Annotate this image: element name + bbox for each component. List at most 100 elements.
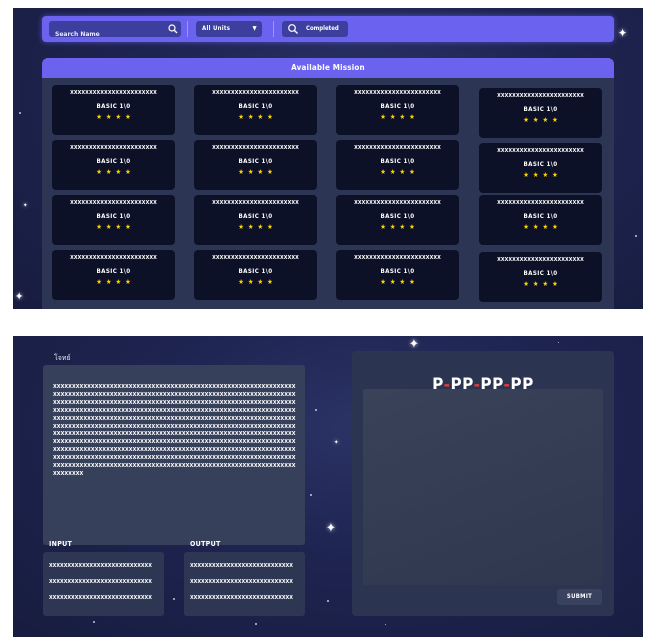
problem-panel: XXXXXXXXXXXXXXXXXXXXXXXXXXXXXXXXXXXXXXXX… [43,365,305,545]
divider [187,21,188,37]
mission-level: BASIC 1\0 [380,213,415,220]
mission-level: BASIC 1\0 [523,106,558,113]
sparkle-icon: ✦ [23,202,28,209]
mission-title: XXXXXXXXXXXXXXXXXXXXXXX [212,200,299,206]
mission-level: BASIC 1\0 [96,158,131,165]
caret-down-icon: ▼ [252,25,257,32]
star-rating-icon: ★★★★ [96,278,135,286]
mission-card[interactable]: XXXXXXXXXXXXXXXXXXXXXXX BASIC 1\0 ★★★★ [52,250,175,300]
sparkle-icon: ✦ [409,337,419,352]
mission-title: XXXXXXXXXXXXXXXXXXXXXXX [70,200,157,206]
mission-editor-screen: ✦ ✦ ✦ ✦ โจทย์ XXXXXXXXXXXXXXXXXXXXXXXXXX… [13,336,643,637]
mission-level: BASIC 1\0 [380,103,415,110]
mission-card[interactable]: XXXXXXXXXXXXXXXXXXXXXXX BASIC 1\0 ★★★★ [194,250,317,300]
unit-select[interactable]: All Units ▼ [196,21,262,37]
star-dot [255,623,257,625]
available-mission-panel: Available Mission XXXXXXXXXXXXXXXXXXXXXX… [42,58,614,309]
star-rating-icon: ★★★★ [380,223,419,231]
mission-level: BASIC 1\0 [523,270,558,277]
mission-level: BASIC 1\0 [96,103,131,110]
search-input[interactable] [49,26,165,43]
submit-button[interactable]: SUBMIT [557,589,602,605]
mission-title: XXXXXXXXXXXXXXXXXXXXXXX [497,93,584,99]
mission-level: BASIC 1\0 [380,158,415,165]
mission-list-screen: ✦ ✦ ✦ All Units ▼ Comple [13,8,643,309]
sparkle-icon: ✦ [334,439,339,446]
mission-card[interactable]: XXXXXXXXXXXXXXXXXXXXXXX BASIC 1\0 ★★★★ [336,140,459,190]
problem-label: โจทย์ [54,354,71,362]
answer-textarea[interactable] [363,389,603,585]
sparkle-icon: ✦ [618,26,628,40]
mission-level: BASIC 1\0 [238,103,273,110]
star-dot [558,342,559,343]
input-line: XXXXXXXXXXXXXXXXXXXXXXXXXXXX [49,595,152,601]
sparkle-icon: ✦ [15,290,24,303]
mission-title: XXXXXXXXXXXXXXXXXXXXXXX [354,90,441,96]
status-filter[interactable]: Completed [282,21,348,37]
mission-card[interactable]: XXXXXXXXXXXXXXXXXXXXXXX BASIC 1\0 ★★★★ [194,195,317,245]
mission-card[interactable]: XXXXXXXXXXXXXXXXXXXXXXX BASIC 1\0 ★★★★ [52,195,175,245]
star-dot [385,624,386,625]
mission-title: XXXXXXXXXXXXXXXXXXXXXXX [212,145,299,151]
input-label: INPUT [49,540,73,548]
mission-title: XXXXXXXXXXXXXXXXXXXXXXX [497,200,584,206]
star-rating-icon: ★★★★ [380,168,419,176]
mission-card[interactable]: XXXXXXXXXXXXXXXXXXXXXXX BASIC 1\0 ★★★★ [479,88,602,138]
star-rating-icon: ★★★★ [238,168,277,176]
mission-card[interactable]: XXXXXXXXXXXXXXXXXXXXXXX BASIC 1\0 ★★★★ [479,143,602,193]
star-rating-icon: ★★★★ [523,223,562,231]
star-rating-icon: ★★★★ [238,223,277,231]
mission-title: XXXXXXXXXXXXXXXXXXXXXXX [354,200,441,206]
mission-level: BASIC 1\0 [523,213,558,220]
star-dot [19,112,21,114]
mission-title: XXXXXXXXXXXXXXXXXXXXXXX [497,148,584,154]
divider [273,21,274,37]
mission-card[interactable]: XXXXXXXXXXXXXXXXXXXXXXX BASIC 1\0 ★★★★ [336,195,459,245]
mission-title: XXXXXXXXXXXXXXXXXXXXXXX [354,145,441,151]
mission-card[interactable]: XXXXXXXXXXXXXXXXXXXXXXX BASIC 1\0 ★★★★ [52,85,175,135]
mission-title: XXXXXXXXXXXXXXXXXXXXXXX [212,90,299,96]
mission-level: BASIC 1\0 [523,161,558,168]
star-dot [173,598,175,600]
star-rating-icon: ★★★★ [380,113,419,121]
star-dot [635,235,637,237]
output-box: XXXXXXXXXXXXXXXXXXXXXXXXXXXX XXXXXXXXXXX… [184,552,305,616]
mission-card[interactable]: XXXXXXXXXXXXXXXXXXXXXXX BASIC 1\0 ★★★★ [52,140,175,190]
mission-title: XXXXXXXXXXXXXXXXXXXXXXX [212,255,299,261]
input-line: XXXXXXXXXXXXXXXXXXXXXXXXXXXX [49,579,152,585]
mission-card[interactable]: XXXXXXXXXXXXXXXXXXXXXXX BASIC 1\0 ★★★★ [194,85,317,135]
answer-panel: P-PP-PP-PP SUBMIT [352,351,614,616]
star-rating-icon: ★★★★ [238,278,277,286]
mission-level: BASIC 1\0 [238,268,273,275]
mission-title: XXXXXXXXXXXXXXXXXXXXXXX [70,145,157,151]
star-rating-icon: ★★★★ [523,116,562,124]
mission-level: BASIC 1\0 [238,158,273,165]
output-line: XXXXXXXXXXXXXXXXXXXXXXXXXXXX [190,579,293,585]
star-dot [310,494,312,496]
mission-card[interactable]: XXXXXXXXXXXXXXXXXXXXXXX BASIC 1\0 ★★★★ [479,252,602,302]
mission-card[interactable]: XXXXXXXXXXXXXXXXXXXXXXX BASIC 1\0 ★★★★ [336,85,459,135]
mission-level: BASIC 1\0 [380,268,415,275]
status-filter-label: Completed [306,25,339,32]
star-dot [327,600,329,602]
star-rating-icon: ★★★★ [523,171,562,179]
input-line: XXXXXXXXXXXXXXXXXXXXXXXXXXXX [49,563,152,569]
mission-title: XXXXXXXXXXXXXXXXXXXXXXX [70,90,157,96]
mission-card[interactable]: XXXXXXXXXXXXXXXXXXXXXXX BASIC 1\0 ★★★★ [336,250,459,300]
mission-card[interactable]: XXXXXXXXXXXXXXXXXXXXXXX BASIC 1\0 ★★★★ [479,195,602,245]
star-rating-icon: ★★★★ [523,280,562,288]
search-icon [168,24,178,34]
search-icon [287,23,299,35]
mission-title: XXXXXXXXXXXXXXXXXXXXXXX [70,255,157,261]
star-rating-icon: ★★★★ [238,113,277,121]
problem-text: XXXXXXXXXXXXXXXXXXXXXXXXXXXXXXXXXXXXXXXX… [53,384,296,477]
star-rating-icon: ★★★★ [380,278,419,286]
search-button[interactable] [165,21,181,37]
star-dot [93,621,95,623]
output-line: XXXXXXXXXXXXXXXXXXXXXXXXXXXX [190,563,293,569]
mission-level: BASIC 1\0 [238,213,273,220]
mission-title: XXXXXXXXXXXXXXXXXXXXXXX [497,257,584,263]
mission-title: XXXXXXXXXXXXXXXXXXXXXXX [354,255,441,261]
input-box: XXXXXXXXXXXXXXXXXXXXXXXXXXXX XXXXXXXXXXX… [43,552,164,616]
mission-card[interactable]: XXXXXXXXXXXXXXXXXXXXXXX BASIC 1\0 ★★★★ [194,140,317,190]
